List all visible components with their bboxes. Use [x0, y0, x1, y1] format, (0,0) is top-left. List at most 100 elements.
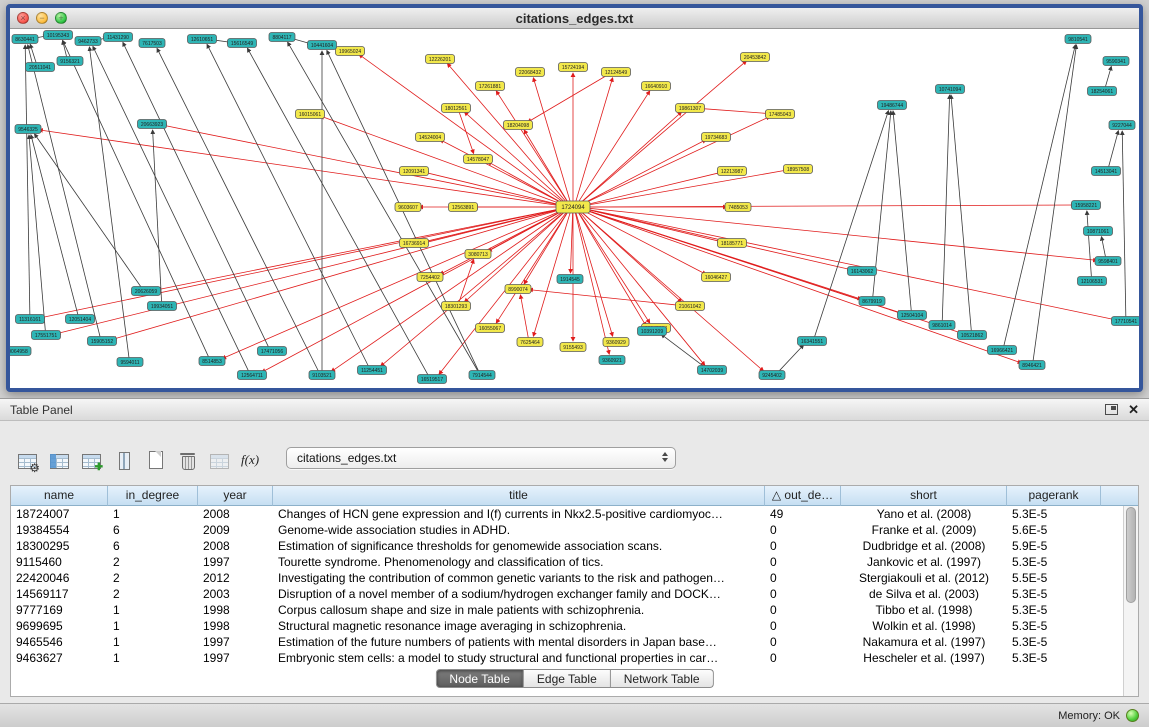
graph-node[interactable]: 7485053	[725, 203, 751, 212]
graph-node[interactable]: 9245402	[759, 371, 785, 380]
table-cell[interactable]: 2	[108, 554, 198, 570]
table-cell[interactable]: 5.3E-5	[1007, 554, 1101, 570]
tab-edge-table[interactable]: Edge Table	[524, 669, 611, 688]
table-cell[interactable]: 18724007	[11, 506, 108, 522]
citation-edge-black[interactable]	[25, 45, 30, 315]
table-cell[interactable]: 1	[108, 618, 198, 634]
graph-node[interactable]: 16341551	[798, 337, 827, 346]
table-cell[interactable]: 49	[765, 506, 841, 522]
graph-node[interactable]: 12564711	[238, 371, 267, 380]
graph-node[interactable]: 19734683	[702, 133, 731, 142]
table-cell[interactable]: Franke et al. (2009)	[841, 522, 1007, 538]
table-cell[interactable]: 1997	[198, 634, 273, 650]
table-cell[interactable]: 1997	[198, 650, 273, 666]
graph-node[interactable]: 12610651	[188, 35, 217, 44]
graph-node[interactable]: 10441604	[308, 41, 337, 50]
table-cell[interactable]: 9465546	[11, 634, 108, 650]
table-cell[interactable]: 5.3E-5	[1007, 618, 1101, 634]
graph-node[interactable]: 20663923	[138, 120, 167, 129]
table-cell[interactable]: 19384554	[11, 522, 108, 538]
graph-node[interactable]: 16015061	[296, 110, 325, 119]
graph-node[interactable]: 10195343	[44, 31, 73, 40]
graph-node[interactable]: 16055067	[476, 324, 505, 333]
table-cell[interactable]: 1	[108, 650, 198, 666]
table-cell[interactable]: 0	[765, 554, 841, 570]
table-cell[interactable]: Tourette syndrome. Phenomenology and cla…	[273, 554, 765, 570]
citation-edge-red[interactable]	[575, 78, 612, 203]
graph-node[interactable]: 9360929	[603, 338, 629, 347]
graph-node[interactable]: 16046427	[702, 273, 731, 282]
graph-node[interactable]: 12563891	[449, 203, 478, 212]
graph-node[interactable]: 12124549	[602, 68, 631, 77]
graph-node[interactable]: 8990074	[505, 285, 531, 294]
delete-button[interactable]	[174, 447, 200, 473]
graph-node[interactable]: 12106531	[1078, 277, 1107, 286]
table-cell[interactable]: 5.3E-5	[1007, 634, 1101, 650]
table-cell[interactable]: 1	[108, 506, 198, 522]
column-header-out_de[interactable]: △ out_de…	[765, 486, 841, 506]
table-cell[interactable]: 1	[108, 634, 198, 650]
graph-node[interactable]: 12504104	[898, 311, 927, 320]
graph-node[interactable]: 21061042	[676, 302, 705, 311]
graph-node[interactable]: 10741094	[936, 85, 965, 94]
table-cell[interactable]: Structural magnetic resonance image aver…	[273, 618, 765, 634]
citation-edge-black[interactable]	[1087, 211, 1092, 277]
graph-node[interactable]: 19965024	[336, 47, 365, 56]
graph-node[interactable]: 12213987	[718, 167, 747, 176]
tab-node-table[interactable]: Node Table	[435, 669, 524, 688]
citation-edge-red[interactable]	[222, 209, 566, 359]
graph-node[interactable]: 20511041	[26, 63, 55, 72]
graph-node[interactable]: 19861307	[676, 104, 705, 113]
graph-node[interactable]: 9546325	[15, 125, 41, 134]
table-cell[interactable]: Embryonic stem cells: a model to study s…	[273, 650, 765, 666]
citation-edge-black[interactable]	[1109, 131, 1119, 167]
table-cell[interactable]: 0	[765, 634, 841, 650]
graph-node[interactable]: 9360921	[599, 356, 625, 365]
citation-edge-black[interactable]	[30, 44, 36, 63]
citation-edge-black[interactable]	[1033, 45, 1076, 361]
table-row[interactable]: 1872400712008Changes of HCN gene express…	[11, 506, 1123, 522]
citation-edge-red[interactable]	[39, 130, 565, 207]
column-header-short[interactable]: short	[841, 486, 1007, 506]
citation-edge-red[interactable]	[113, 208, 566, 339]
table-cell[interactable]: Yano et al. (2008)	[841, 506, 1007, 522]
network-file-select[interactable]: citations_edges.txt	[286, 447, 676, 469]
table-row[interactable]: 1830029562008Estimation of significance …	[11, 538, 1123, 554]
graph-node[interactable]: 18012561	[442, 104, 471, 113]
citation-edge-black[interactable]	[951, 95, 971, 331]
citation-edge-red[interactable]	[528, 74, 609, 122]
table-row[interactable]: 946554611997Estimation of the future num…	[11, 634, 1123, 650]
citation-edge-red[interactable]	[581, 170, 787, 206]
citation-edge-red[interactable]	[440, 140, 566, 205]
graph-node[interactable]: 9462733	[75, 37, 101, 46]
citation-edge-black[interactable]	[31, 135, 78, 315]
graph-node[interactable]: 3080713	[465, 250, 491, 259]
citation-edge-red[interactable]	[579, 210, 763, 371]
graph-node[interactable]: 7625464	[517, 338, 543, 347]
table-cell[interactable]: 9699695	[11, 618, 108, 634]
graph-node[interactable]: 15958221	[1072, 201, 1101, 210]
citation-edge-red[interactable]	[163, 125, 565, 206]
table-cell[interactable]: 0	[765, 538, 841, 554]
column-header-year[interactable]: year	[198, 486, 273, 506]
citation-edge-black[interactable]	[1101, 237, 1105, 257]
graph-node[interactable]: 7914544	[469, 371, 495, 380]
graph-node[interactable]: 17485043	[766, 110, 795, 119]
graph-node[interactable]: 11316161	[16, 315, 45, 324]
graph-node[interactable]: 10521862	[958, 331, 987, 340]
add-column-button[interactable]	[78, 447, 104, 473]
graph-node[interactable]: 18957508	[784, 165, 813, 174]
table-cell[interactable]: Hescheler et al. (1997)	[841, 650, 1007, 666]
table-row[interactable]: 1456911722003Disruption of a novel membe…	[11, 586, 1123, 602]
citation-edge-black[interactable]	[1004, 45, 1075, 346]
graph-node[interactable]: 18301293	[442, 302, 471, 311]
graph-node[interactable]: 14513041	[1092, 167, 1121, 176]
table-cell[interactable]: Investigating the contribution of common…	[273, 570, 765, 586]
table-cell[interactable]: Wolkin et al. (1998)	[841, 618, 1007, 634]
citation-edge-red[interactable]	[581, 172, 721, 206]
table-cell[interactable]: 2012	[198, 570, 273, 586]
graph-node[interactable]: 10871061	[1084, 227, 1113, 236]
table-cell[interactable]: Tibbo et al. (1998)	[841, 602, 1007, 618]
graph-node[interactable]: 18185771	[718, 239, 747, 248]
float-panel-icon[interactable]	[1105, 404, 1118, 415]
